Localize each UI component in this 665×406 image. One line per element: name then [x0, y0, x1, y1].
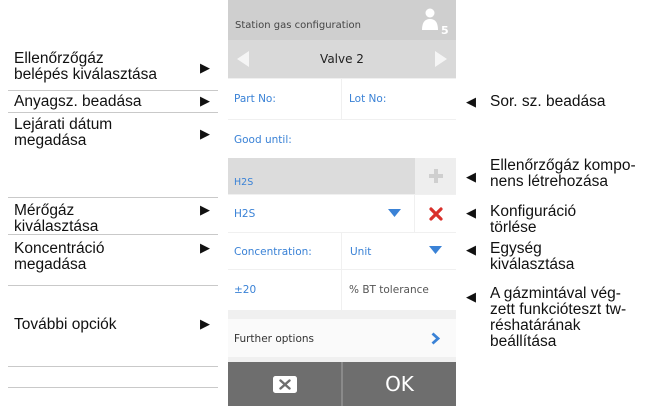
tolerance-unit-label: % BT tolerance [349, 284, 429, 296]
dropdown-arrow-icon [429, 246, 442, 254]
gas-select-value: H2S [234, 208, 256, 220]
left-separator-7 [8, 387, 218, 388]
annotation-good-until: Lejárati dátum megadása [14, 116, 113, 149]
annotation-valve-select: Ellenőrzőgáz belépés kiválasztása [14, 50, 158, 83]
valve-name: Valve 2 [320, 52, 364, 66]
user-badge: 5 [441, 24, 449, 36]
arrow-right-icon: ▶ [200, 61, 210, 76]
good-until-field[interactable]: Good until: [228, 120, 456, 158]
annotation-concentration: Koncentráció megadása [14, 240, 105, 273]
lot-no-field[interactable]: Lot No: [342, 79, 456, 119]
screen-header: Station gas configuration 5 [228, 0, 456, 40]
delete-x-icon [428, 206, 443, 221]
dropdown-arrow-icon [388, 209, 401, 217]
plus-icon [428, 169, 443, 183]
arrow-right-icon: ▶ [200, 127, 210, 142]
tolerance-value-field[interactable]: ±20 [228, 270, 341, 310]
further-options-button[interactable]: Further options [228, 319, 456, 357]
valve-selector: Valve 2 [228, 40, 456, 78]
unit-select-value: Unit [350, 246, 372, 258]
arrow-left-icon: ◀ [466, 206, 476, 221]
arrow-left-icon: ◀ [466, 95, 476, 110]
unit-select[interactable]: Unit [342, 233, 456, 269]
concentration-label: Concentration: [234, 246, 312, 258]
component-row: H2S [228, 158, 456, 194]
left-separator-5 [8, 285, 218, 286]
arrow-right-icon: ▶ [200, 241, 210, 256]
next-valve-button[interactable] [426, 40, 456, 78]
arrow-right-icon: ▶ [200, 203, 210, 218]
user-icon: 5 [422, 8, 449, 36]
device-screen: Station gas configuration 5 Valve 2 Part… [228, 0, 456, 406]
arrow-right-icon: ▶ [200, 94, 210, 109]
cancel-button[interactable] [228, 362, 341, 406]
arrow-left-icon: ◀ [466, 243, 476, 258]
tolerance-value: ±20 [234, 284, 257, 296]
footer-bar: OK [228, 362, 456, 406]
screen-title: Station gas configuration [235, 20, 361, 31]
prev-valve-button[interactable] [228, 40, 258, 78]
component-name: H2S [234, 177, 254, 188]
left-separator-3 [8, 197, 218, 198]
annotation-create-component: Ellenőrzőgáz kompo- nens létrehozása [490, 157, 636, 190]
annotation-part-no: Anyagsz. beadása [14, 93, 142, 110]
concentration-field[interactable]: Concentration: [228, 233, 341, 269]
annotation-tolerance: A gázmintával vég- zett funkcióteszt tw-… [490, 285, 627, 350]
annotation-unit-select: Egység kiválasztása [490, 240, 575, 273]
annotation-lot-no: Sor. sz. beadása [490, 93, 606, 110]
chevron-left-icon [237, 51, 249, 67]
annotation-further-options: További opciók [14, 316, 117, 333]
part-no-field[interactable]: Part No: [228, 79, 341, 119]
chevron-right-icon [435, 51, 447, 67]
part-no-label: Part No: [234, 93, 276, 105]
arrow-right-icon: ▶ [200, 317, 210, 332]
arrow-left-icon: ◀ [466, 290, 476, 305]
further-options-label: Further options [234, 333, 314, 345]
annotation-delete-config: Konfiguráció törlése [490, 203, 577, 236]
delete-config-button[interactable] [415, 195, 456, 232]
ok-label: OK [385, 372, 414, 396]
gas-select[interactable]: H2S [228, 195, 414, 232]
cancel-x-icon [272, 375, 297, 393]
lot-no-label: Lot No: [349, 93, 387, 105]
annotation-gas-select: Mérőgáz kiválasztása [14, 202, 99, 235]
ok-button[interactable]: OK [343, 362, 456, 406]
tolerance-unit-field: % BT tolerance [342, 270, 456, 310]
left-separator-1 [8, 90, 218, 91]
chevron-right-blue-icon [431, 332, 440, 345]
arrow-left-icon: ◀ [466, 170, 476, 185]
good-until-label: Good until: [234, 134, 292, 146]
left-separator-6 [8, 366, 218, 367]
add-component-button[interactable] [415, 158, 456, 194]
left-separator-2 [8, 112, 218, 113]
